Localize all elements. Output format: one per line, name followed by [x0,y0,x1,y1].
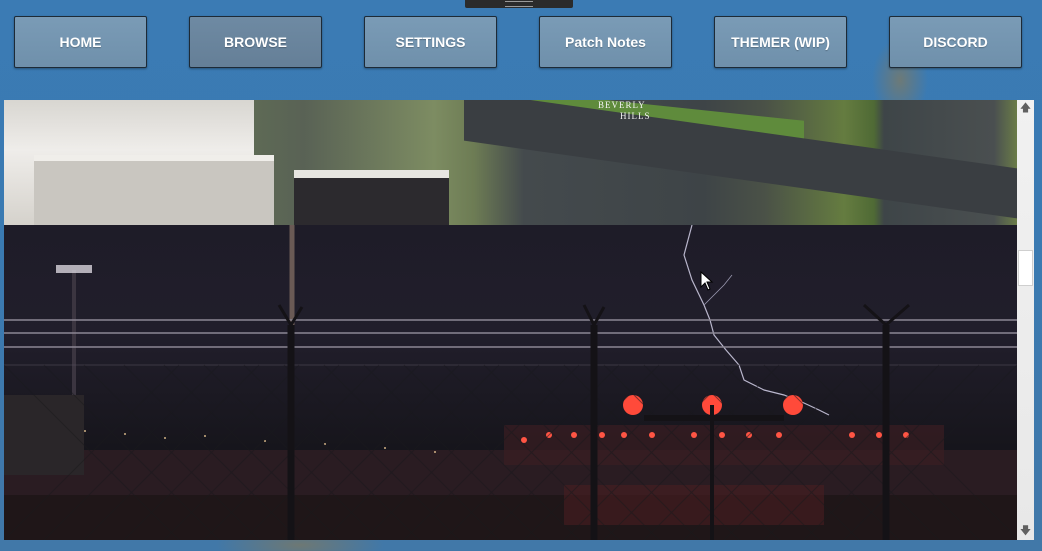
nav-discord-button[interactable]: DISCORD [889,16,1022,68]
city-sign-text: BEVERLY [598,100,646,110]
nav-settings-button[interactable]: SETTINGS [364,16,497,68]
arrow-up-icon[interactable]: 🡅 [1017,100,1034,117]
arrow-down-icon[interactable]: 🡇 [1017,523,1034,540]
nav-browse-button[interactable]: BROWSE [189,16,322,68]
city-sign-text-2: HILLS [620,111,651,121]
building-roof [34,155,274,231]
browse-gallery[interactable]: BEVERLY HILLS [4,100,1017,540]
gallery-scrollbar[interactable]: 🡅 🡇 [1017,100,1034,540]
nav-themer-button[interactable]: THEMER (WIP) [714,16,847,68]
gallery-image-city[interactable]: BEVERLY HILLS [4,100,1017,233]
scrollbar-thumb[interactable] [1018,250,1033,287]
gallery-image-night-fence[interactable] [4,225,1017,540]
grip-icon [505,1,533,7]
window-drag-handle[interactable] [465,0,573,8]
night-scene-graphic [4,225,1017,540]
mouse-cursor-icon [700,271,714,291]
nav-home-button[interactable]: HOME [14,16,147,68]
nav-patch-notes-button[interactable]: Patch Notes [539,16,672,68]
building-dark [294,170,449,233]
